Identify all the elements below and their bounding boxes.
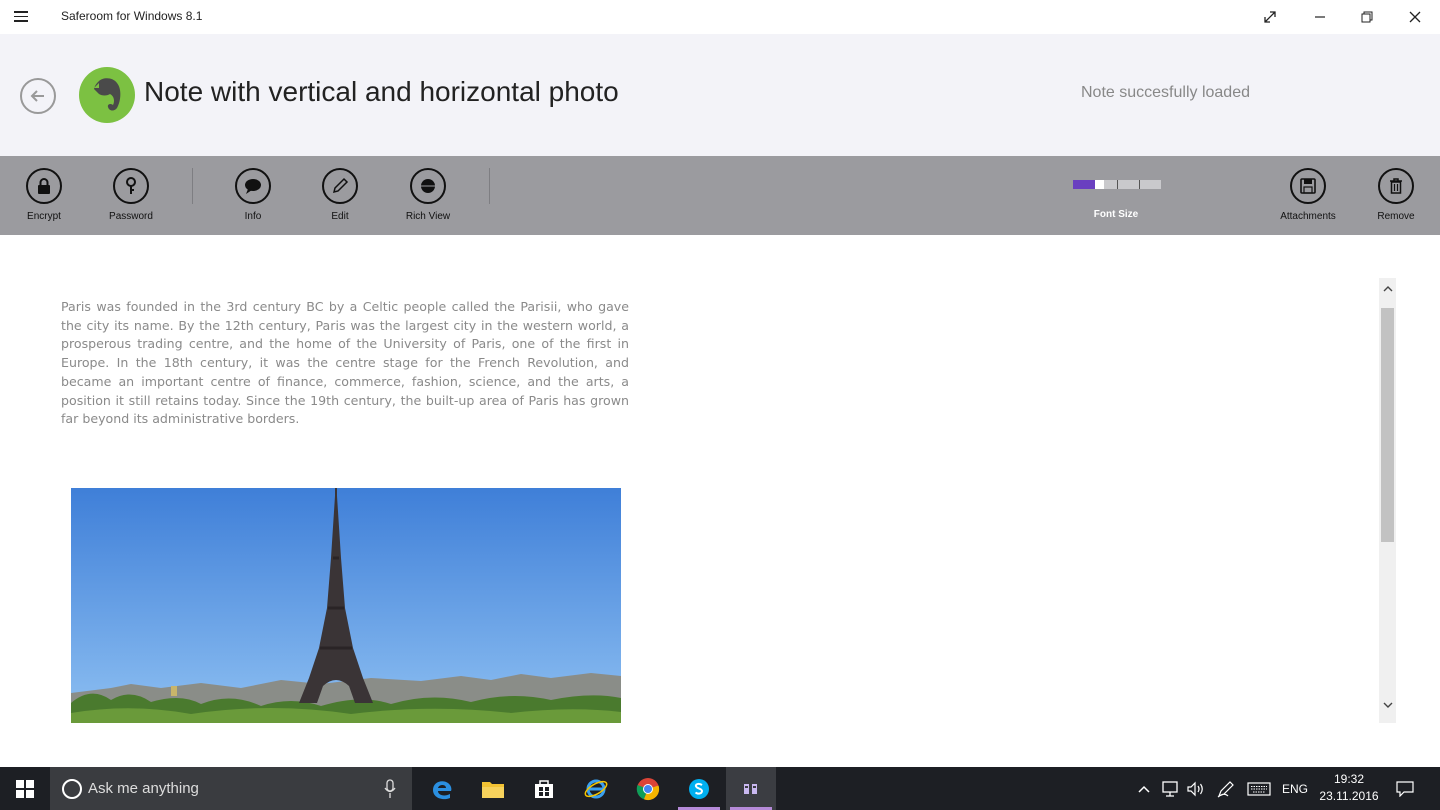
store-icon[interactable] xyxy=(519,767,569,810)
attachments-label: Attachments xyxy=(1280,211,1336,222)
back-button[interactable] xyxy=(20,78,56,114)
hamburger-menu-icon[interactable] xyxy=(14,8,34,26)
scroll-up-icon[interactable] xyxy=(1379,280,1396,297)
show-hidden-icons-icon[interactable] xyxy=(1137,767,1151,810)
font-size-segment[interactable] xyxy=(1104,180,1118,189)
cortana-search-box[interactable]: Ask me anything xyxy=(50,767,412,810)
font-size-thumb[interactable] xyxy=(1095,180,1104,189)
chrome-icon[interactable] xyxy=(623,767,673,810)
microphone-icon[interactable] xyxy=(384,779,396,799)
title-bar: Saferoom for Windows 8.1 xyxy=(0,0,1440,34)
font-size-slider[interactable] xyxy=(1073,180,1161,189)
password-label: Password xyxy=(109,211,153,222)
clock-time: 19:32 xyxy=(1333,772,1365,786)
pencil-icon xyxy=(332,177,349,194)
floppy-icon xyxy=(1300,178,1316,194)
toolbar-separator xyxy=(192,168,193,204)
notifications-icon[interactable] xyxy=(1396,767,1414,810)
dot-icon xyxy=(421,179,435,193)
note-body-text: Paris was founded in the 3rd century BC … xyxy=(61,299,629,427)
lock-icon xyxy=(38,178,50,194)
rich-view-button[interactable]: Rich View xyxy=(393,168,463,222)
scrollbar-thumb[interactable] xyxy=(1381,308,1394,542)
remove-label: Remove xyxy=(1377,211,1415,222)
font-size-segment[interactable] xyxy=(1140,180,1161,189)
back-arrow-icon xyxy=(30,90,44,102)
font-size-segment[interactable] xyxy=(1118,180,1140,189)
status-message: Note succesfully loaded xyxy=(1081,84,1250,101)
cortana-icon xyxy=(62,779,82,799)
edge-icon[interactable] xyxy=(417,767,467,810)
network-icon[interactable] xyxy=(1161,767,1181,810)
trash-icon xyxy=(1390,178,1402,194)
attachments-button[interactable]: Attachments xyxy=(1273,168,1343,222)
close-icon[interactable] xyxy=(1392,0,1438,34)
skype-icon[interactable] xyxy=(674,767,724,810)
saferoom-app-icon[interactable] xyxy=(726,767,776,810)
taskbar-clock[interactable]: 19:32 23.11.2016 xyxy=(1318,771,1380,805)
key-icon xyxy=(126,177,136,194)
note-content: Paris was founded in the 3rd century BC … xyxy=(0,235,1440,767)
eiffel-tower-photo xyxy=(71,488,621,723)
edit-label: Edit xyxy=(331,211,349,222)
windows-taskbar: Ask me anything ENG 19:32 23.11.2016 xyxy=(0,767,1440,810)
remove-button[interactable]: Remove xyxy=(1361,168,1431,222)
info-button[interactable]: Info xyxy=(218,168,288,222)
font-size-segment[interactable] xyxy=(1073,180,1095,189)
encrypt-label: Encrypt xyxy=(27,211,61,222)
cortana-search-placeholder: Ask me anything xyxy=(88,780,199,797)
clock-date: 23.11.2016 xyxy=(1319,789,1379,803)
note-toolbar: Encrypt Password Info Edit Rich View Fon… xyxy=(0,156,1440,235)
scroll-down-icon[interactable] xyxy=(1379,696,1396,713)
evernote-logo-icon xyxy=(79,67,135,123)
minimize-icon[interactable] xyxy=(1297,0,1343,34)
restore-icon[interactable] xyxy=(1344,0,1390,34)
file-explorer-icon[interactable] xyxy=(468,767,518,810)
vertical-scrollbar[interactable] xyxy=(1379,278,1396,723)
toolbar-separator xyxy=(489,168,490,204)
password-button[interactable]: Password xyxy=(96,168,166,222)
keyboard-icon[interactable] xyxy=(1247,767,1271,810)
note-header: Note with vertical and horizontal photo … xyxy=(0,34,1440,156)
rich-view-label: Rich View xyxy=(405,211,451,222)
volume-icon[interactable] xyxy=(1186,767,1206,810)
pen-icon[interactable] xyxy=(1216,767,1236,810)
windows-start-icon[interactable] xyxy=(0,767,50,810)
speech-bubble-icon xyxy=(245,179,261,194)
font-size-label: Font Size xyxy=(1093,209,1139,220)
language-indicator[interactable]: ENG xyxy=(1282,767,1308,810)
edit-button[interactable]: Edit xyxy=(305,168,375,222)
note-title: Note with vertical and horizontal photo xyxy=(144,76,619,107)
encrypt-button[interactable]: Encrypt xyxy=(9,168,79,222)
full-screen-icon[interactable] xyxy=(1247,0,1293,34)
app-title: Saferoom for Windows 8.1 xyxy=(61,9,203,23)
internet-explorer-icon[interactable] xyxy=(571,767,621,810)
info-label: Info xyxy=(244,211,262,222)
